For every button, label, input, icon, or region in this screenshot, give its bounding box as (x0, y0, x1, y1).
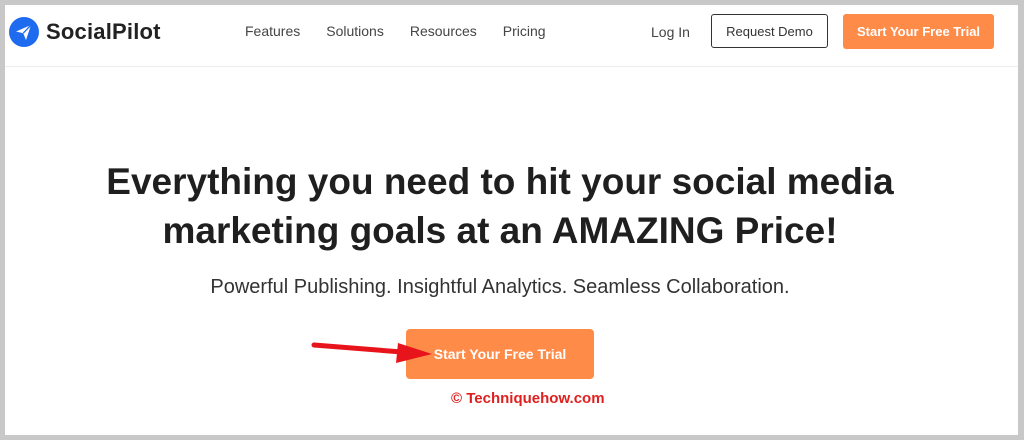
paper-plane-logo-icon (9, 17, 39, 47)
main-nav: Features Solutions Resources Pricing (245, 21, 572, 41)
brand-name: SocialPilot (46, 19, 161, 44)
header-free-trial-button[interactable]: Start Your Free Trial (843, 14, 994, 49)
nav-item-resources[interactable]: Resources (410, 21, 477, 41)
red-arrow-annotation-icon (311, 342, 432, 363)
nav-item-solutions[interactable]: Solutions (326, 21, 384, 41)
page-frame: SocialPilot Features Solutions Resources… (5, 5, 1018, 435)
site-header: SocialPilot Features Solutions Resources… (5, 5, 1018, 67)
hero-title-line-2: marketing goals at an AMAZING Price! (162, 210, 838, 251)
request-demo-button[interactable]: Request Demo (711, 14, 828, 48)
nav-item-pricing[interactable]: Pricing (503, 21, 546, 41)
brand-logo[interactable]: SocialPilot (9, 16, 161, 48)
hero-title-line-1: Everything you need to hit your social m… (106, 161, 894, 202)
watermark-text: © Techniquehow.com (451, 390, 605, 407)
hero-subtitle: Powerful Publishing. Insightful Analytic… (210, 276, 790, 298)
hero-title: Everything you need to hit your social m… (5, 157, 995, 255)
nav-item-features[interactable]: Features (245, 21, 300, 41)
login-link[interactable]: Log In (651, 22, 690, 42)
